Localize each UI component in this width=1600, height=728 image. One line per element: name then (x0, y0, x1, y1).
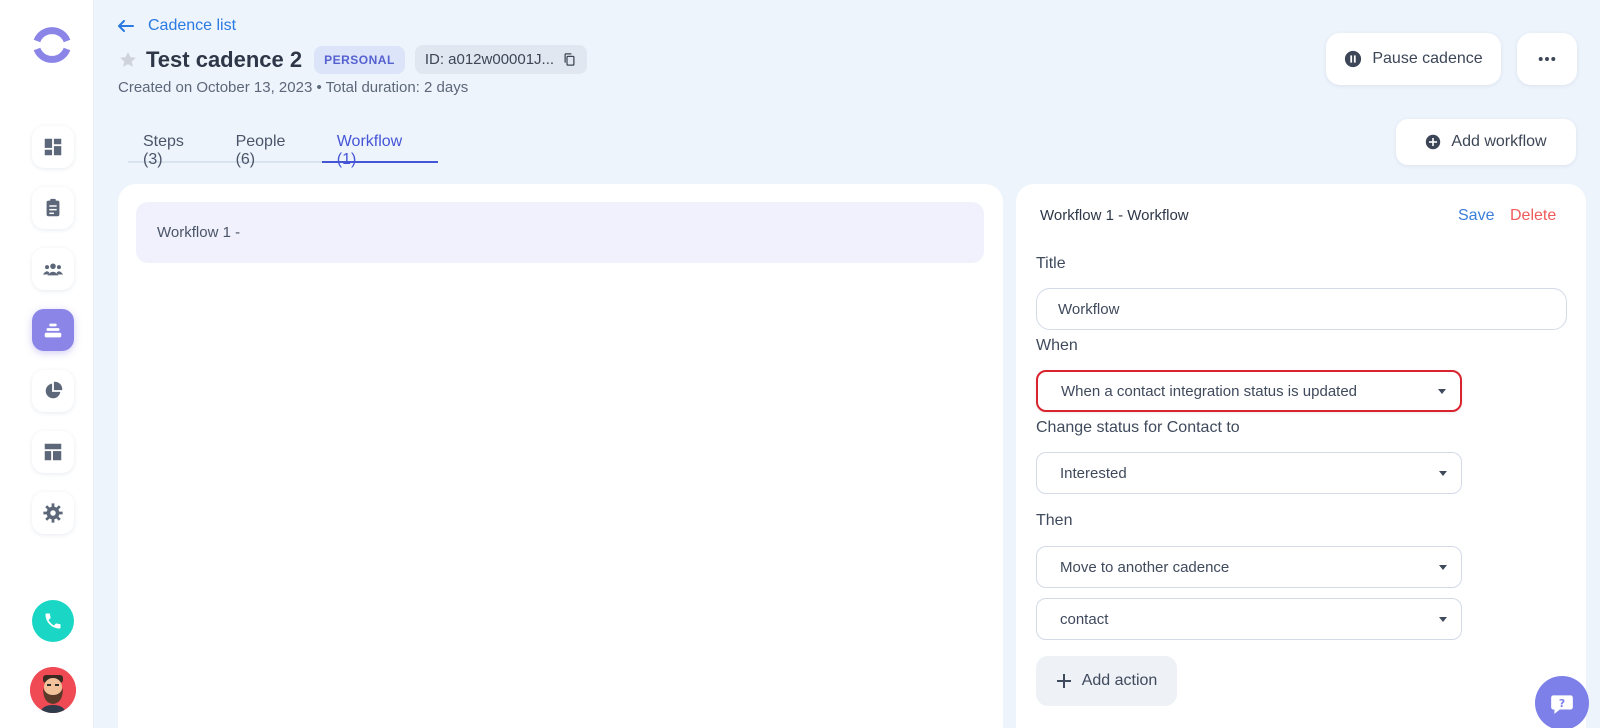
change-status-label: Change status for Contact to (1036, 419, 1240, 436)
tab-steps[interactable]: Steps (3) (128, 121, 221, 168)
save-button[interactable]: Save (1458, 207, 1494, 225)
more-options-button[interactable] (1517, 33, 1577, 85)
chevron-down-icon (1438, 388, 1446, 394)
page-title: Test cadence 2 (146, 46, 303, 72)
pause-cadence-button[interactable]: Pause cadence (1326, 33, 1501, 85)
people-icon (42, 263, 64, 276)
tab-bar: Steps (3) People (6) Workflow (1) (128, 121, 438, 168)
nav-tasks[interactable] (32, 187, 74, 229)
change-status-value: Interested (1060, 464, 1127, 482)
svg-text:?: ? (1559, 697, 1565, 710)
add-action-button[interactable]: Add action (1036, 656, 1177, 706)
chevron-down-icon (1439, 616, 1447, 622)
back-link[interactable]: Cadence list (118, 17, 236, 35)
pause-cadence-label: Pause cadence (1372, 50, 1483, 67)
title-input[interactable]: Workflow (1036, 288, 1567, 330)
then-field-label: Then (1036, 512, 1073, 529)
gear-icon (43, 503, 63, 523)
then-action-value: Move to another cadence (1060, 558, 1230, 576)
star-icon[interactable] (118, 50, 138, 70)
when-select-value: When a contact integration status is upd… (1061, 382, 1358, 400)
chevron-down-icon (1439, 564, 1447, 570)
workflow-list-item[interactable]: Workflow 1 - (136, 202, 984, 263)
avatar[interactable] (30, 667, 76, 713)
dashboard-icon (44, 138, 62, 156)
workflow-editor-panel: Workflow 1 - Workflow Save Delete Title … (1016, 184, 1586, 728)
tab-people[interactable]: People (6) (221, 121, 322, 168)
nav-analytics[interactable] (32, 370, 74, 412)
id-chip[interactable]: ID: a012w00001J... (414, 45, 588, 74)
when-field-label: When (1036, 337, 1078, 354)
add-workflow-label: Add workflow (1451, 133, 1547, 150)
arrow-left-icon (118, 20, 134, 32)
more-dots-icon (1538, 57, 1556, 61)
title-row: Test cadence 2 PERSONAL ID: a012w00001J.… (118, 45, 588, 74)
layout-icon (44, 443, 62, 461)
pie-chart-icon (45, 381, 63, 399)
logo-icon[interactable] (32, 25, 72, 65)
nav-people[interactable] (32, 248, 74, 290)
nav-settings[interactable] (32, 492, 74, 534)
nav-dashboard[interactable] (32, 126, 74, 168)
editor-heading: Workflow 1 - Workflow (1040, 207, 1189, 224)
add-workflow-button[interactable]: Add workflow (1396, 119, 1576, 165)
when-select[interactable]: When a contact integration status is upd… (1036, 370, 1462, 412)
id-label: ID: a012w00001J... (424, 51, 555, 68)
tab-workflow[interactable]: Workflow (1) (321, 121, 438, 168)
copy-icon[interactable] (562, 52, 577, 67)
nav-cadences[interactable] (32, 309, 74, 351)
plus-circle-icon (1426, 134, 1441, 150)
sidebar (0, 0, 94, 728)
phone-icon (45, 613, 61, 629)
chat-help-icon: ? (1551, 695, 1573, 714)
plus-icon (1056, 674, 1071, 688)
add-action-label: Add action (1081, 672, 1158, 689)
delete-button[interactable]: Delete (1510, 207, 1556, 225)
nav-templates[interactable] (32, 431, 74, 473)
then-action-select[interactable]: Move to another cadence (1036, 546, 1462, 588)
help-chat-button[interactable]: ? (1535, 676, 1589, 728)
change-status-select[interactable]: Interested (1036, 452, 1462, 494)
workflow-list-panel: Workflow 1 - (118, 184, 1003, 728)
personal-badge: PERSONAL (314, 45, 405, 74)
chevron-down-icon (1439, 470, 1447, 476)
cadence-meta: Created on October 13, 2023 • Total dura… (118, 79, 469, 96)
title-field-label: Title (1036, 255, 1066, 272)
clipboard-icon (46, 198, 60, 217)
back-link-label: Cadence list (148, 17, 237, 34)
pause-icon (1345, 50, 1362, 68)
then-target-select[interactable]: contact (1036, 598, 1462, 640)
cadence-stack-icon (44, 323, 62, 338)
then-target-value: contact (1060, 610, 1109, 628)
phone-button[interactable] (32, 600, 74, 642)
